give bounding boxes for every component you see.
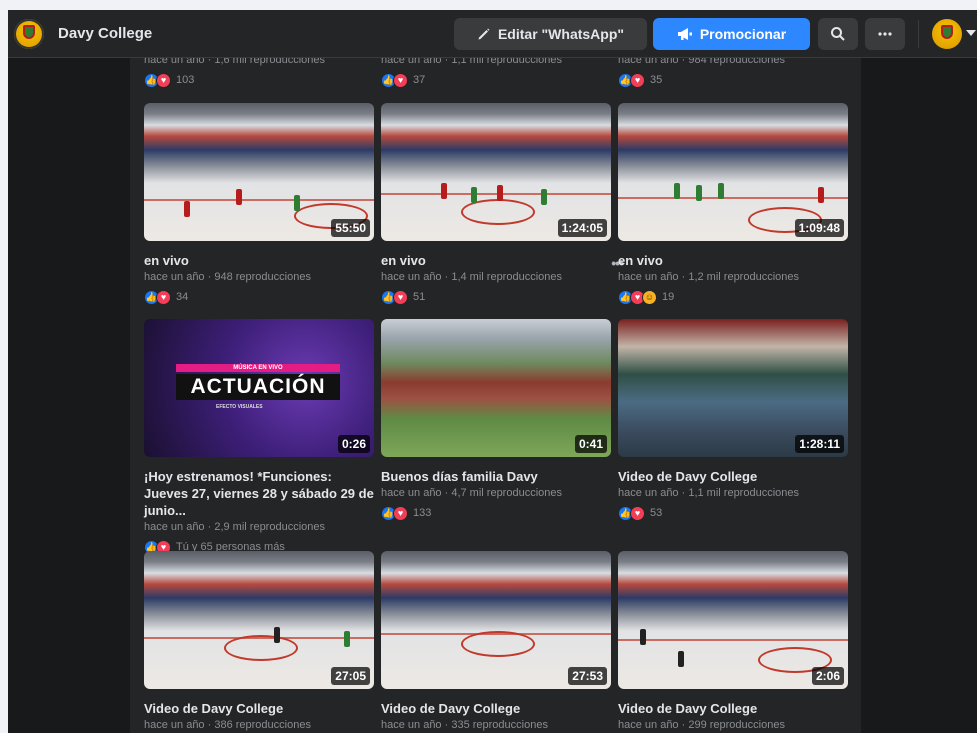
- video-card[interactable]: 27:53 Video de Davy College hace un año …: [381, 551, 611, 733]
- video-meta: hace un año · 1,4 mil reproducciones: [381, 271, 562, 283]
- thumbnail-headline: ACTUACIÓN: [176, 374, 340, 400]
- video-thumbnail[interactable]: 1:28:11: [618, 319, 848, 457]
- love-icon: ♥: [630, 72, 645, 88]
- edit-whatsapp-button[interactable]: Editar "WhatsApp": [454, 18, 647, 50]
- video-title[interactable]: Video de Davy College: [144, 700, 374, 717]
- chevron-down-icon[interactable]: [966, 30, 976, 36]
- more-options-button[interactable]: [865, 18, 905, 50]
- reactions-summary[interactable]: 👍 ♥ 53: [618, 505, 848, 521]
- video-thumbnail[interactable]: 55:50: [144, 103, 374, 241]
- love-icon: ♥: [156, 289, 171, 305]
- video-duration: 0:41: [574, 435, 607, 453]
- video-meta: hace un año · 948 reproducciones: [144, 271, 311, 283]
- video-card[interactable]: hace un año · 1,6 mil reproducciones 👍 ♥ …: [144, 58, 374, 88]
- reactions-summary[interactable]: 👍 ♥ ☺ 19: [618, 289, 848, 305]
- reactions-summary[interactable]: 👍 ♥ 103: [144, 72, 374, 88]
- reaction-count: 103: [176, 74, 195, 86]
- video-card[interactable]: hace un año · 1,1 mil reproducciones 👍 ♥ …: [381, 58, 611, 88]
- video-card[interactable]: 1:09:48 en vivo hace un año · 1,2 mil re…: [618, 103, 848, 305]
- search-button[interactable]: [818, 18, 858, 50]
- love-icon: ♥: [393, 505, 408, 521]
- video-duration: 55:50: [331, 219, 370, 237]
- video-thumbnail[interactable]: MÚSICA EN VIVO ACTUACIÓN EFECTO VISUALES…: [144, 319, 374, 457]
- video-meta: hace un año · 386 reproducciones: [144, 719, 311, 731]
- megaphone-icon: [677, 28, 692, 40]
- reaction-count: 133: [413, 507, 432, 519]
- pencil-icon: [478, 28, 490, 40]
- reaction-count: 19: [662, 291, 675, 303]
- video-meta: hace un año · 984 reproducciones: [618, 58, 785, 66]
- reactions-summary[interactable]: 👍 ♥ 51: [381, 289, 611, 305]
- video-title[interactable]: Video de Davy College: [381, 700, 611, 717]
- promote-label: Promocionar: [699, 26, 787, 42]
- video-title[interactable]: en vivo: [618, 252, 848, 269]
- video-meta: hace un año · 335 reproducciones: [381, 719, 548, 731]
- video-card[interactable]: 1:24:05 en vivo hace un año · 1,4 mil re…: [381, 103, 624, 305]
- video-meta: hace un año · 2,9 mil reproducciones: [144, 521, 325, 533]
- video-meta: hace un año · 1,1 mil reproducciones: [381, 58, 562, 66]
- video-title[interactable]: en vivo: [381, 252, 611, 269]
- thumbnail-subtext: EFECTO VISUALES: [216, 404, 263, 410]
- video-meta: hace un año · 1,6 mil reproducciones: [144, 58, 325, 66]
- haha-icon: ☺: [642, 289, 657, 305]
- reaction-count: 34: [176, 291, 189, 303]
- reactions-summary[interactable]: 👍 ♥ 35: [618, 72, 848, 88]
- reactions-summary[interactable]: 👍 ♥ 133: [381, 505, 611, 521]
- video-card[interactable]: 55:50 en vivo hace un año · 948 reproduc…: [144, 103, 374, 305]
- video-meta: hace un año · 1,2 mil reproducciones: [618, 271, 799, 283]
- love-icon: ♥: [156, 72, 171, 88]
- video-thumbnail[interactable]: 27:05: [144, 551, 374, 689]
- video-duration: 1:28:11: [795, 435, 844, 453]
- video-title[interactable]: Video de Davy College: [618, 468, 848, 485]
- love-icon: ♥: [630, 505, 645, 521]
- reactions-summary[interactable]: 👍 ♥ 37: [381, 72, 611, 88]
- video-card[interactable]: 2:06 Video de Davy College hace un año ·…: [618, 551, 848, 733]
- reaction-count: 35: [650, 74, 663, 86]
- reaction-count: 53: [650, 507, 663, 519]
- love-icon: ♥: [393, 72, 408, 88]
- reaction-count: 51: [413, 291, 426, 303]
- video-thumbnail[interactable]: 2:06: [618, 551, 848, 689]
- video-meta: hace un año · 299 reproducciones: [618, 719, 785, 731]
- video-duration: 1:09:48: [794, 219, 844, 237]
- search-icon: [831, 27, 845, 41]
- page-header-bar: Davy College Editar "WhatsApp" Promocion…: [8, 10, 977, 58]
- video-title[interactable]: Buenos días familia Davy: [381, 468, 611, 485]
- video-thumbnail[interactable]: 27:53: [381, 551, 611, 689]
- video-meta: hace un año · 1,1 mil reproducciones: [618, 487, 799, 499]
- edit-whatsapp-label: Editar "WhatsApp": [497, 26, 625, 42]
- video-card[interactable]: 27:05 Video de Davy College hace un año …: [144, 551, 374, 733]
- video-duration: 1:24:05: [557, 219, 607, 237]
- video-duration: 2:06: [811, 667, 844, 685]
- video-meta: hace un año · 4,7 mil reproducciones: [381, 487, 562, 499]
- video-card[interactable]: MÚSICA EN VIVO ACTUACIÓN EFECTO VISUALES…: [144, 319, 374, 555]
- video-title[interactable]: ¡Hoy estrenamos! *Funciones: Jueves 27, …: [144, 468, 374, 519]
- video-duration: 27:53: [568, 667, 607, 685]
- page-name[interactable]: Davy College: [58, 25, 152, 42]
- reactions-summary[interactable]: 👍 ♥ 34: [144, 289, 374, 305]
- video-card[interactable]: hace un año · 984 reproducciones 👍 ♥ 35: [618, 58, 848, 88]
- video-thumbnail[interactable]: 1:24:05: [381, 103, 611, 241]
- video-thumbnail[interactable]: 1:09:48: [618, 103, 848, 241]
- header-divider: [918, 20, 919, 48]
- video-title[interactable]: Video de Davy College: [618, 700, 848, 717]
- video-duration: 0:26: [337, 435, 370, 453]
- video-card[interactable]: 0:41 Buenos días familia Davy hace un añ…: [381, 319, 611, 521]
- reaction-count: 37: [413, 74, 426, 86]
- page-logo[interactable]: [14, 19, 44, 49]
- video-card[interactable]: 1:28:11 Video de Davy College hace un añ…: [618, 319, 848, 521]
- video-title[interactable]: en vivo: [144, 252, 374, 269]
- facebook-page-frame: Davy College Editar "WhatsApp" Promocion…: [8, 10, 977, 733]
- video-thumbnail[interactable]: 0:41: [381, 319, 611, 457]
- thumbnail-banner-text: MÚSICA EN VIVO: [233, 365, 283, 371]
- more-horizontal-icon: [878, 32, 892, 36]
- love-icon: ♥: [393, 289, 408, 305]
- videos-grid: hace un año · 1,6 mil reproducciones 👍 ♥ …: [130, 58, 861, 733]
- promote-button[interactable]: Promocionar: [653, 18, 810, 50]
- avatar[interactable]: [932, 19, 962, 49]
- video-duration: 27:05: [331, 667, 370, 685]
